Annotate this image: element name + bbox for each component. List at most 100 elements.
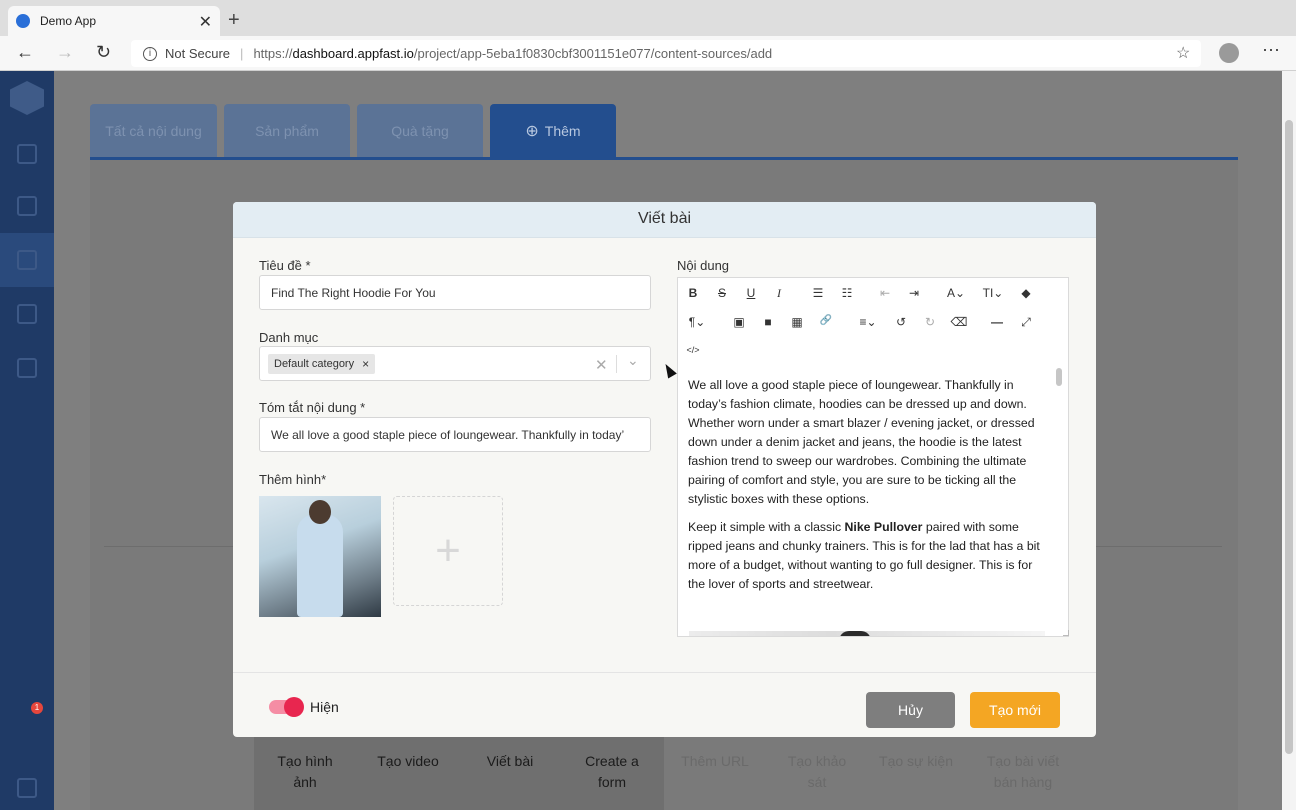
chevron-down-icon[interactable]: ⌄ <box>627 352 639 369</box>
tab-products[interactable]: Sản phẩm <box>224 104 350 158</box>
settings-icon <box>17 358 37 378</box>
insert-link-icon[interactable]: 🔗 <box>815 315 837 326</box>
product-name: Nike Pullover <box>844 520 923 534</box>
option-create-sales-post[interactable]: Tạo bài viết bán hàng <box>983 751 1063 810</box>
notification-badge: 1 <box>31 702 43 714</box>
cancel-button[interactable]: Hủy <box>866 692 955 728</box>
title-label: Tiêu đề * <box>259 258 311 273</box>
bookmark-star-icon[interactable]: ☆ <box>1176 43 1190 63</box>
option-create-form[interactable]: Create a form <box>572 751 652 793</box>
url-text: https://dashboard.appfast.io/project/app… <box>253 46 773 61</box>
add-image-button[interactable]: + <box>393 496 503 606</box>
address-separator: | <box>240 46 244 61</box>
chip-remove-icon[interactable]: × <box>362 357 369 371</box>
tab-all-content[interactable]: Tất cả nội dung <box>90 104 217 158</box>
editor-embedded-image[interactable] <box>689 631 1045 636</box>
sidebar-item-notifications[interactable] <box>0 287 54 341</box>
code-view-icon[interactable]: </> <box>682 345 704 355</box>
option-write-post[interactable]: Viết bài <box>470 751 550 772</box>
visibility-toggle[interactable] <box>269 697 304 717</box>
toggle-knob <box>284 697 304 717</box>
modal-title: Viết bài <box>233 202 1096 238</box>
back-button[interactable]: ← <box>16 42 34 63</box>
close-tab-icon[interactable]: ✕ <box>199 12 212 32</box>
visibility-label: Hiện <box>310 699 339 715</box>
editor-content[interactable]: We all love a good staple piece of loung… <box>679 366 1055 636</box>
image-label: Thêm hình* <box>259 472 327 487</box>
undo-icon[interactable]: ↺ <box>890 315 912 329</box>
sidebar-item-apps[interactable] <box>0 127 54 181</box>
sidebar <box>0 71 54 810</box>
editor-scrollbar-thumb[interactable] <box>1056 368 1062 386</box>
category-select[interactable]: Default category × ✕ ⌄ <box>259 346 651 381</box>
browser-menu-icon[interactable]: ⋯ <box>1262 40 1280 61</box>
category-chip: Default category × <box>268 353 376 374</box>
insert-video-icon[interactable]: ■ <box>757 315 779 329</box>
editor-paragraph-2: Keep it simple with a classic Nike Pullo… <box>688 520 1040 591</box>
category-label: Danh mục <box>259 330 319 345</box>
bold-icon[interactable]: B <box>682 286 704 300</box>
bullet-list-icon[interactable]: ☰ <box>807 286 829 300</box>
app-logo-icon[interactable] <box>10 81 44 115</box>
tab-gifts[interactable]: Quà tặng <box>357 104 483 158</box>
tab-add[interactable]: ⊕ Thêm <box>490 104 616 158</box>
app-favicon-icon <box>16 14 30 28</box>
option-add-url[interactable]: Thêm URL <box>675 751 755 772</box>
editor-resize-handle-icon[interactable] <box>1063 630 1069 636</box>
info-icon[interactable]: i <box>143 46 157 61</box>
option-create-event[interactable]: Tạo sự kiện <box>876 751 956 772</box>
select-separator <box>616 355 617 373</box>
option-create-survey[interactable]: Tạo khảo sát <box>777 751 857 793</box>
browser-tab-bar: Demo App ✕ + <box>0 0 1296 36</box>
uploaded-image-thumbnail[interactable] <box>259 496 381 617</box>
redo-icon[interactable]: ↻ <box>919 315 941 329</box>
security-label: Not Secure <box>165 46 231 61</box>
page-scrollbar-thumb[interactable] <box>1285 120 1293 754</box>
underline-icon[interactable]: U <box>740 286 762 300</box>
forward-button[interactable]: → <box>56 42 74 63</box>
sidebar-item-settings[interactable] <box>0 341 54 395</box>
indent-icon[interactable]: ⇥ <box>903 286 925 300</box>
sidebar-item-content[interactable] <box>0 233 54 287</box>
clear-format-icon[interactable]: ⌫ <box>948 315 970 329</box>
rich-text-editor[interactable]: B S U I ☰ ☷ ⇤ ⇥ A⌄ TI⌄ ◆ ¶⌄ ▣ ■ ▦ 🔗 ≡⌄ ↺… <box>677 277 1069 637</box>
editor-paragraph-1: We all love a good staple piece of loung… <box>688 378 1035 506</box>
address-bar[interactable]: i Not Secure | https://dashboard.appfast… <box>131 40 1201 67</box>
browser-tab[interactable]: Demo App ✕ <box>8 6 220 36</box>
paragraph-format-icon[interactable]: ¶⌄ <box>682 315 712 329</box>
content-icon <box>17 250 37 270</box>
font-size-icon[interactable]: TI⌄ <box>978 286 1008 300</box>
summary-input[interactable]: We all love a good staple piece of loung… <box>259 417 651 452</box>
write-post-modal: Viết bài Tiêu đề * Find The Right Hoodie… <box>233 202 1096 737</box>
outdent-icon[interactable]: ⇤ <box>874 286 896 300</box>
profile-avatar[interactable] <box>1219 43 1239 63</box>
sidebar-item-support[interactable] <box>0 761 54 810</box>
browser-toolbar: ← → ↻ i Not Secure | https://dashboard.a… <box>0 36 1296 71</box>
new-tab-button[interactable]: + <box>228 9 240 32</box>
italic-icon[interactable]: I <box>768 286 790 301</box>
sidebar-item-desktop[interactable] <box>0 179 54 233</box>
reload-button[interactable]: ↻ <box>96 42 111 63</box>
highlight-color-icon[interactable]: ◆ <box>1015 286 1037 300</box>
content-label: Nội dung <box>677 258 730 273</box>
insert-image-icon[interactable]: ▣ <box>728 315 750 329</box>
insert-table-icon[interactable]: ▦ <box>786 315 808 329</box>
modal-footer: Hiện Hủy Tạo mới <box>233 672 1096 737</box>
category-chip-label: Default category <box>274 357 355 370</box>
title-input[interactable]: Find The Right Hoodie For You <box>259 275 651 310</box>
fullscreen-icon[interactable]: ⤢ <box>1015 315 1037 330</box>
clear-select-icon[interactable]: ✕ <box>595 356 608 374</box>
option-create-image[interactable]: Tạo hình ảnh <box>265 751 345 793</box>
option-create-video[interactable]: Tạo video <box>368 751 448 772</box>
align-icon[interactable]: ≡⌄ <box>853 315 883 329</box>
create-button[interactable]: Tạo mới <box>970 692 1060 728</box>
image-person <box>297 514 343 617</box>
font-color-icon[interactable]: A⌄ <box>941 286 971 300</box>
summary-label: Tóm tắt nội dung * <box>259 400 366 415</box>
strikethrough-icon[interactable]: S <box>711 286 733 300</box>
notification-icon <box>17 304 37 324</box>
apps-icon <box>17 144 37 164</box>
horizontal-rule-icon[interactable]: — <box>986 315 1008 329</box>
embedded-image-head <box>839 631 871 636</box>
numbered-list-icon[interactable]: ☷ <box>836 286 858 300</box>
